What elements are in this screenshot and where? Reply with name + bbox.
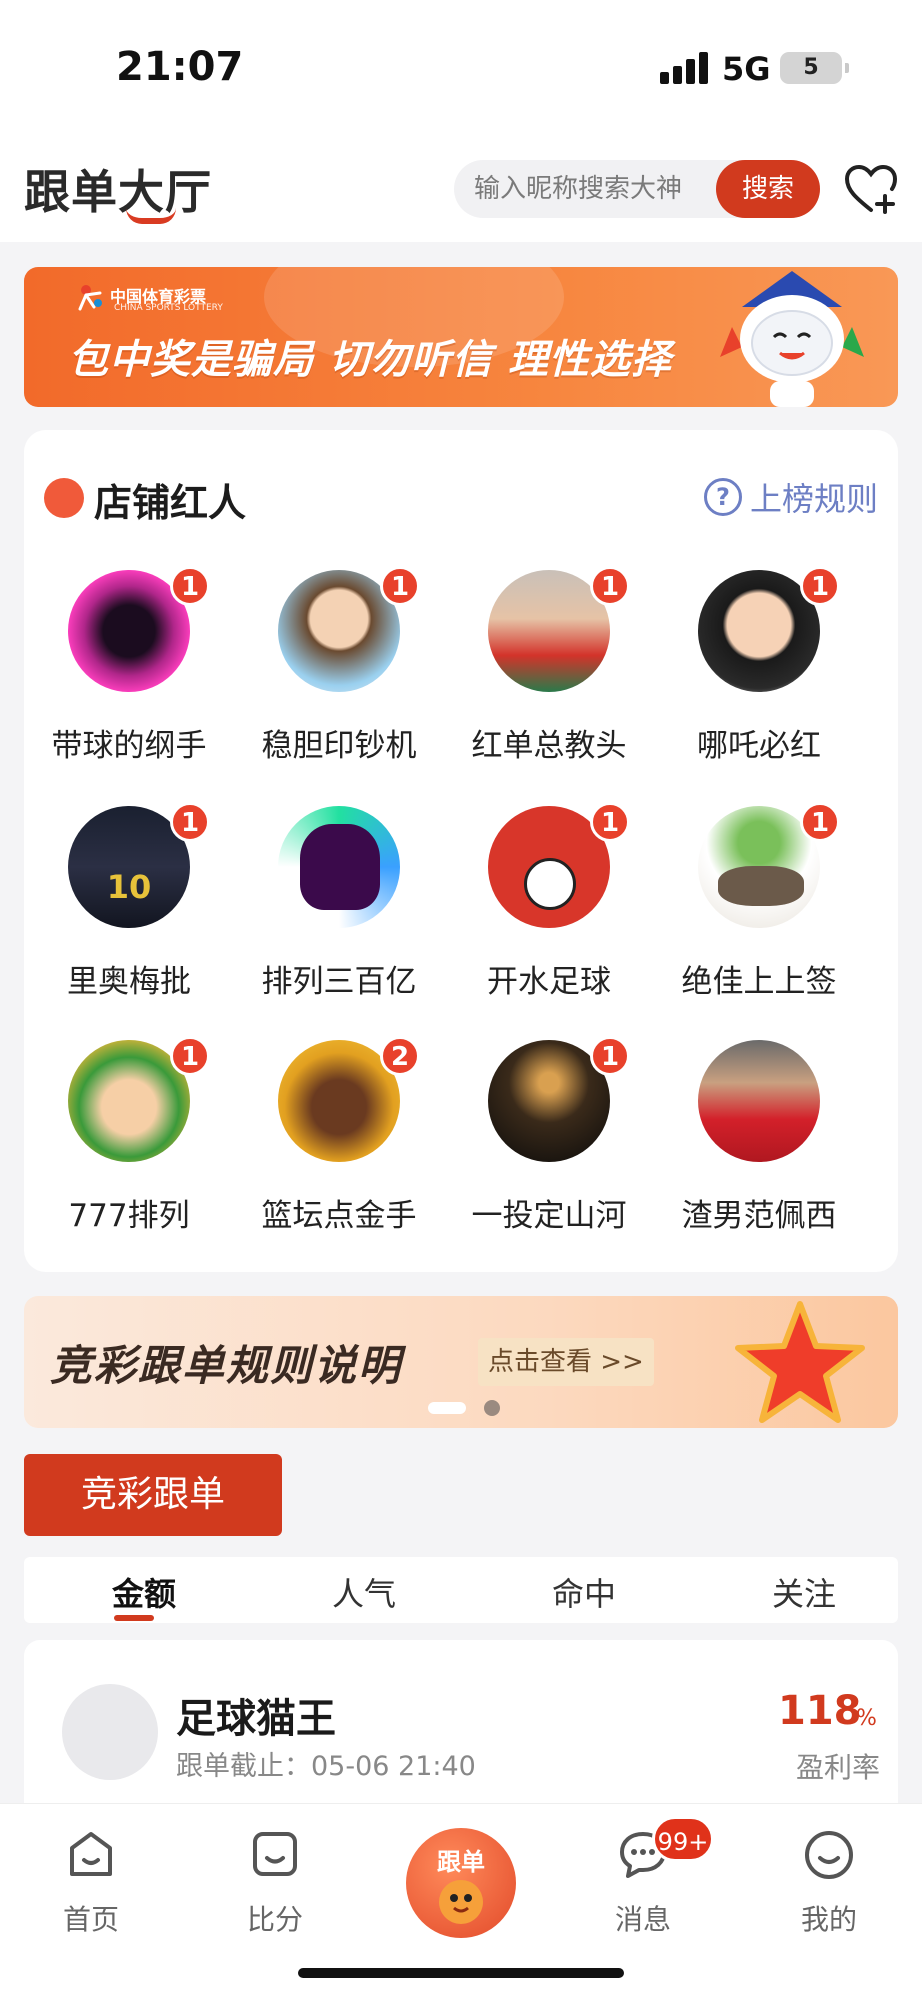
expert-item[interactable]: 1 哪吒必红 [654, 566, 864, 770]
lottery-follow-button[interactable]: 竞彩跟单 [24, 1454, 282, 1536]
avatar [698, 1040, 820, 1162]
badge-count: 1 [170, 802, 210, 842]
expert-name: 排列三百亿 [261, 964, 417, 1000]
signal-icon [660, 52, 710, 84]
expert-item[interactable]: 1 稳胆印钞机 [234, 566, 444, 770]
expert-name: 里奥梅批 [67, 964, 191, 1000]
mascot-icon [439, 1880, 483, 1924]
expert-item[interactable]: 1 红单总教头 [444, 566, 654, 770]
badge-count: 1 [590, 1036, 630, 1076]
search-box: 搜索 [454, 160, 820, 218]
score-icon [253, 1832, 297, 1876]
tab-follow[interactable]: 关注 [704, 1569, 904, 1615]
warning-banner[interactable]: 中国体育彩票 CHINA SPORTS LOTTERY 包中奖是骗局 切勿听信 … [24, 267, 898, 407]
featured-experts-card: 店铺红人 ? 上榜规则 1 带球的纲手 1 稳胆印钞机 1 红单总教头 1 哪吒… [24, 430, 898, 1272]
avatar [62, 1684, 158, 1780]
battery-icon: 5 [780, 52, 849, 84]
badge-count: 1 [800, 802, 840, 842]
tab-hit[interactable]: 命中 [484, 1569, 684, 1615]
status-bar: 21:07 5G 5 [0, 0, 922, 130]
badge-count: 1 [590, 802, 630, 842]
home-icon [70, 1832, 112, 1876]
badge-count: 2 [380, 1036, 420, 1076]
home-indicator [298, 1968, 624, 1978]
tabbar-profile[interactable]: 我的 [774, 1826, 884, 1938]
app-logo: 跟单大厅 [24, 165, 212, 219]
view-rules-button[interactable]: 点击查看 >> [478, 1338, 654, 1386]
sort-tabs: 金额 人气 命中 关注 [24, 1557, 898, 1623]
tabbar-label: 比分 [246, 1903, 303, 1936]
expert-item[interactable]: 排列三百亿 [234, 806, 444, 1006]
expert-name: 足球猫王 [176, 1696, 336, 1742]
carousel-dot-active[interactable] [428, 1402, 466, 1414]
header: 跟单大厅 搜索 [0, 130, 922, 242]
profit-rate-unit: % [856, 1706, 877, 1731]
tab-popularity[interactable]: 人气 [264, 1569, 464, 1615]
expert-item[interactable]: 1 绝佳上上签 [654, 802, 864, 1006]
section-title: 店铺红人 [94, 481, 247, 525]
expert-name: 带球的纲手 [51, 728, 207, 764]
tab-amount[interactable]: 金额 [44, 1569, 244, 1615]
ranking-rules-link[interactable]: 上榜规则 [750, 474, 878, 520]
search-button[interactable]: 搜索 [716, 160, 820, 218]
expert-item[interactable]: 2 篮坛点金手 [234, 1036, 444, 1240]
help-icon[interactable]: ? [704, 478, 742, 516]
banner-brand-en: CHINA SPORTS LOTTERY [114, 303, 223, 313]
tabbar-score[interactable]: 比分 [220, 1826, 330, 1938]
badge-count: 1 [590, 566, 630, 606]
expert-item[interactable]: 1 带球的纲手 [24, 566, 234, 770]
heart-plus-icon[interactable] [842, 160, 900, 218]
banner-slogan: 包中奖是骗局 切勿听信 理性选择 [68, 337, 672, 383]
profile-icon [805, 1831, 853, 1879]
expert-item[interactable]: 1 一投定山河 [444, 1036, 654, 1240]
message-badge: 99+ [652, 1816, 714, 1862]
expert-name: 开水足球 [487, 964, 611, 1000]
expert-name: 红单总教头 [471, 728, 627, 764]
carousel-dots [428, 1400, 508, 1416]
bottom-tab-bar: 首页 比分 跟单 消息 99+ 我的 [0, 1804, 922, 2000]
badge-count: 1 [170, 566, 210, 606]
battery-level: 5 [803, 55, 819, 80]
badge-count: 1 [170, 1036, 210, 1076]
expert-item[interactable]: 10 1 里奥梅批 [24, 802, 234, 1006]
expert-name: 777排列 [68, 1198, 190, 1234]
expert-item[interactable]: 1 777排列 [24, 1036, 234, 1240]
status-time: 21:07 [116, 44, 244, 90]
badge-count: 1 [800, 566, 840, 606]
badge-count: 1 [380, 566, 420, 606]
search-input[interactable] [454, 160, 714, 218]
expert-name: 哪吒必红 [697, 728, 821, 764]
fire-icon [44, 478, 84, 518]
carousel-dot[interactable] [484, 1400, 500, 1416]
avatar [278, 806, 400, 928]
profit-rate-label: 盈利率 [796, 1751, 881, 1784]
expert-name: 绝佳上上签 [681, 964, 837, 1000]
expert-name: 一投定山河 [471, 1198, 627, 1234]
tabbar-label: 首页 [62, 1903, 119, 1936]
rules-banner-title: 竞彩跟单规则说明 [50, 1341, 403, 1390]
expert-item[interactable]: 渣男范佩西 [654, 1040, 864, 1240]
network-type: 5G [722, 50, 771, 88]
deadline-text: 跟单截止：05-06 21:40 [176, 1751, 476, 1782]
expert-name: 渣男范佩西 [681, 1198, 837, 1234]
mascot-icon [720, 271, 864, 407]
tabbar-home[interactable]: 首页 [36, 1826, 146, 1938]
expert-item[interactable]: 1 开水足球 [444, 802, 654, 1006]
rules-banner[interactable]: 竞彩跟单规则说明 点击查看 >> [24, 1296, 898, 1428]
profit-rate: 118 [778, 1688, 862, 1734]
expert-name: 篮坛点金手 [261, 1198, 417, 1234]
star-icon [735, 1301, 865, 1423]
tabbar-label: 我的 [800, 1903, 857, 1936]
lottery-logo-icon [78, 285, 102, 311]
tabbar-label: 消息 [614, 1903, 671, 1936]
active-tab-indicator [114, 1615, 154, 1621]
tabbar-follow[interactable]: 跟单 [406, 1828, 516, 1938]
expert-name: 稳胆印钞机 [261, 728, 417, 764]
